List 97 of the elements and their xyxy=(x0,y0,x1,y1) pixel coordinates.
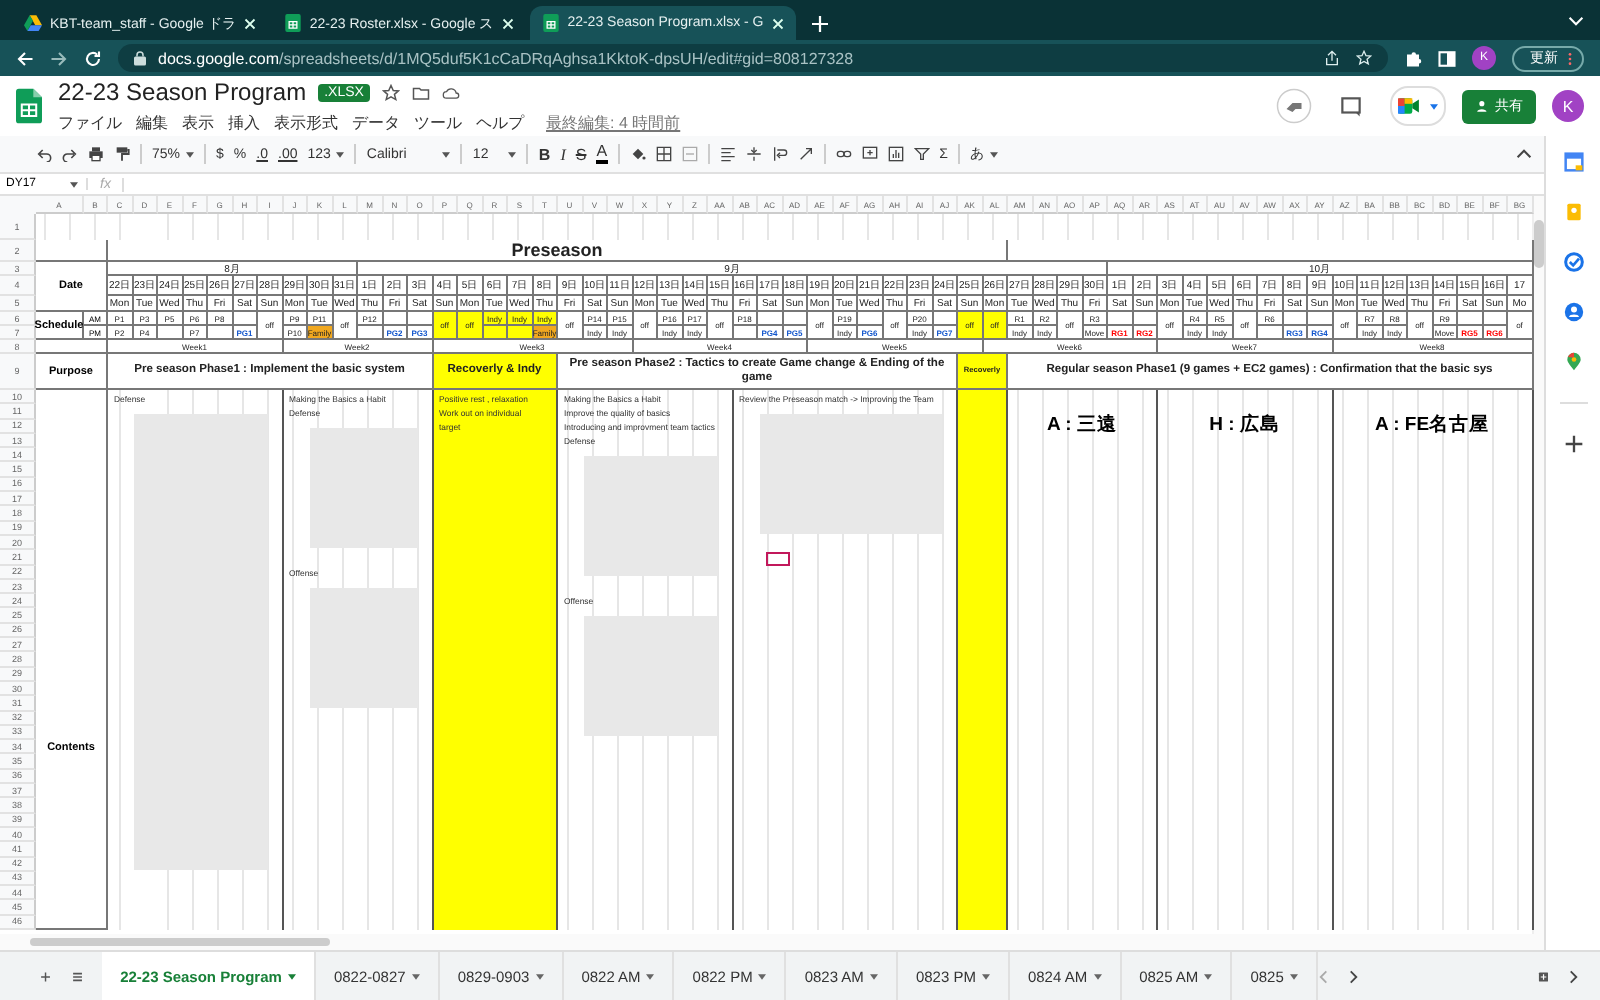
cloud-icon[interactable] xyxy=(441,83,460,101)
caret-icon xyxy=(411,973,420,979)
video-camera-icon xyxy=(1398,98,1420,114)
sheets-icon xyxy=(283,14,302,32)
opponent-heading: A : FE名古屋 xyxy=(1372,412,1492,438)
borders-icon[interactable] xyxy=(655,146,672,162)
print-icon[interactable] xyxy=(88,146,104,162)
caret-icon xyxy=(186,151,195,157)
caret-icon xyxy=(1289,973,1298,979)
caret-icon xyxy=(758,973,767,979)
last-edit-link[interactable]: 最終編集: 4 時間前 xyxy=(546,112,681,134)
address-bar[interactable]: docs.google.com/spreadsheets/d/1MQ5duf5K1cCaDRqAghsa1KktoK-dpsUH/edit#gid=808127328 xyxy=(118,44,1388,72)
lock-icon xyxy=(134,50,146,66)
add-icon[interactable] xyxy=(1563,434,1583,454)
redo-icon[interactable] xyxy=(62,146,78,162)
chart-icon[interactable] xyxy=(887,146,904,162)
drive-icon xyxy=(24,14,42,32)
back-icon[interactable] xyxy=(16,49,34,67)
image-placeholder xyxy=(584,456,717,576)
forward-icon[interactable] xyxy=(50,49,68,67)
undo-icon[interactable] xyxy=(36,146,52,162)
caret-icon xyxy=(1204,973,1213,979)
sheet-list-icon[interactable] xyxy=(71,969,83,983)
url-host: docs.google.com xyxy=(158,49,279,67)
image-placeholder xyxy=(309,428,417,548)
opponent-heading: H : 広島 xyxy=(1207,412,1282,438)
url-path: /spreadsheets/d/1MQ5duf5K1cCaDRqAghsa1KktoK-dpsUH/edit#gid=808127328 xyxy=(278,49,854,67)
close-icon[interactable] xyxy=(501,17,514,29)
comment-icon[interactable] xyxy=(1340,95,1362,117)
paint-format-icon[interactable] xyxy=(114,146,130,162)
caret-icon xyxy=(442,151,451,157)
merge-cells-icon[interactable] xyxy=(681,146,698,162)
bold-button[interactable]: B xyxy=(538,145,551,163)
scrollbar-thumb[interactable] xyxy=(1534,220,1544,268)
expand-panel-icon[interactable] xyxy=(1568,969,1580,983)
caret-icon xyxy=(336,151,345,157)
share-icon[interactable] xyxy=(1324,50,1340,66)
reload-icon[interactable] xyxy=(84,49,102,67)
person-icon xyxy=(1475,100,1489,112)
text-wrap-icon[interactable] xyxy=(771,146,788,162)
scroll-right-icon[interactable] xyxy=(1348,969,1360,983)
vertical-align-icon[interactable] xyxy=(745,146,762,162)
star-icon[interactable] xyxy=(381,83,400,101)
strikethrough-button[interactable]: S xyxy=(575,145,587,163)
menu-item[interactable]: データ xyxy=(352,112,400,134)
explore-icon[interactable] xyxy=(1537,969,1549,983)
chevron-down-icon[interactable] xyxy=(1568,16,1584,26)
collapse-icon[interactable] xyxy=(1516,146,1532,162)
opponent-heading: A : 三遠 xyxy=(1045,412,1119,438)
image-placeholder xyxy=(584,616,717,736)
caret-icon xyxy=(981,973,990,979)
link-icon[interactable] xyxy=(835,146,852,162)
caret-icon xyxy=(646,973,655,979)
menu-item[interactable]: ファイル xyxy=(58,112,122,134)
fill-color-icon[interactable] xyxy=(629,146,646,162)
folder-icon[interactable] xyxy=(411,83,430,101)
text-color-button[interactable]: A xyxy=(596,144,608,164)
caret-icon xyxy=(508,151,517,157)
caret-icon xyxy=(869,973,878,979)
new-tab-icon[interactable] xyxy=(811,16,828,32)
close-icon[interactable] xyxy=(243,17,256,29)
table-cell: Preseason xyxy=(108,240,1008,262)
cell-selection xyxy=(766,552,790,566)
menu-item[interactable]: 表示 xyxy=(182,112,214,134)
sidebar-icon[interactable] xyxy=(1438,49,1456,67)
scrollbar-thumb[interactable] xyxy=(30,938,330,946)
puzzle-icon[interactable] xyxy=(1404,49,1422,67)
caret-icon xyxy=(989,151,998,157)
caret-icon xyxy=(1093,973,1102,979)
table-cell xyxy=(36,340,108,354)
filter-icon[interactable] xyxy=(913,146,930,162)
table-cell xyxy=(36,240,108,262)
caret-icon xyxy=(1430,103,1438,109)
calendar-icon[interactable] xyxy=(1563,152,1583,172)
sheets-logo-icon[interactable] xyxy=(16,88,42,124)
menu-item[interactable]: 表示形式 xyxy=(274,112,338,134)
account-avatar[interactable]: K xyxy=(1552,90,1584,122)
align-left-icon[interactable] xyxy=(719,146,736,162)
close-icon[interactable] xyxy=(771,17,784,29)
menu-item[interactable]: ヘルプ xyxy=(476,112,524,134)
menu-item[interactable]: 挿入 xyxy=(228,112,260,134)
map-pin-icon[interactable] xyxy=(1563,352,1583,372)
italic-button[interactable]: I xyxy=(560,145,566,163)
comment-icon[interactable] xyxy=(861,146,878,162)
caret-icon xyxy=(287,973,296,979)
caret-icon xyxy=(70,181,78,187)
sheets-icon xyxy=(541,14,560,32)
text-rotation-icon[interactable] xyxy=(797,146,814,162)
add-sheet-icon[interactable] xyxy=(40,969,52,983)
menu-item[interactable]: ツール xyxy=(414,112,462,134)
contacts-icon[interactable] xyxy=(1563,302,1583,322)
menu-item[interactable]: 編集 xyxy=(136,112,168,134)
caret-icon xyxy=(535,973,544,979)
tasks-icon[interactable] xyxy=(1563,252,1583,272)
image-placeholder xyxy=(309,588,417,708)
document-title[interactable]: 22-23 Season Program xyxy=(58,78,307,106)
meet-button[interactable] xyxy=(1390,86,1446,126)
